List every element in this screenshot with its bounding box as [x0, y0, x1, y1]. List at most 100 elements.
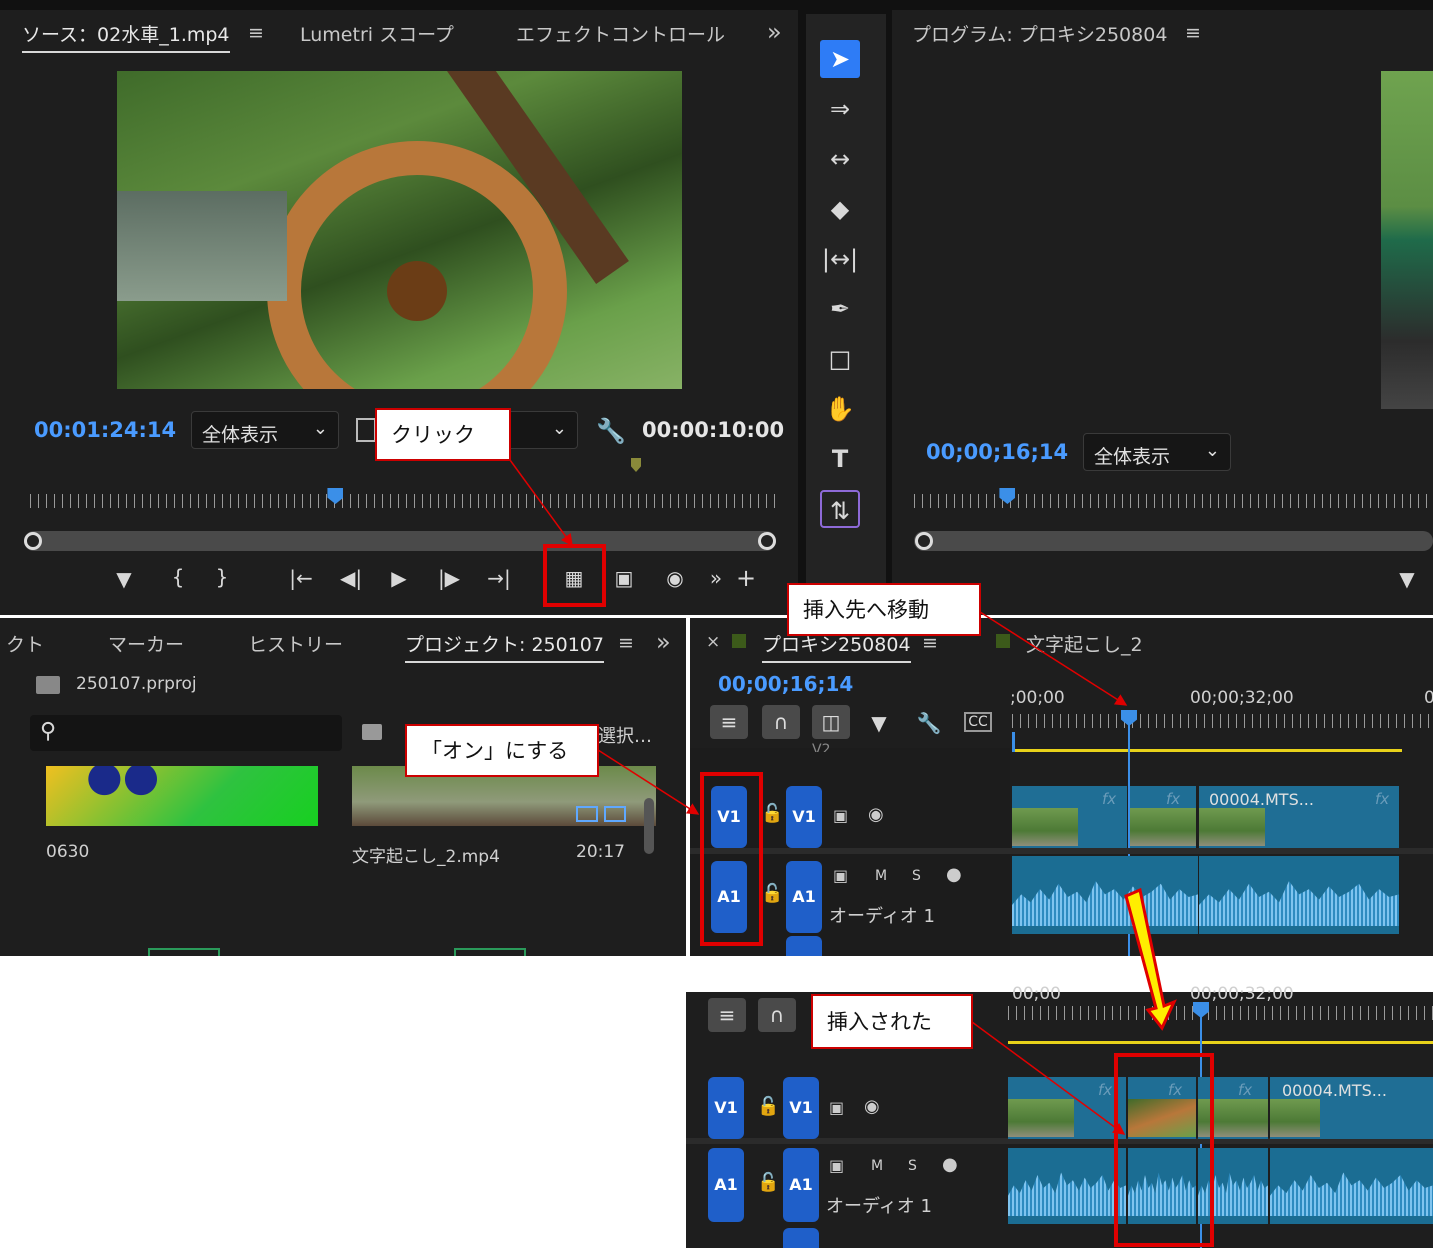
after-source-v1[interactable]: V1 [708, 1077, 744, 1139]
audio-clip[interactable] [1270, 1148, 1433, 1224]
source-time-ruler[interactable] [30, 494, 775, 508]
track-select-tool-icon[interactable]: ⇒ [820, 90, 860, 128]
lock-icon[interactable]: 🔓 [757, 1096, 779, 1117]
program-add-marker-icon[interactable]: ▼ [1392, 567, 1422, 591]
tab-effect-controls[interactable]: エフェクトコントロール [516, 20, 725, 47]
lock-icon[interactable]: 🔓 [757, 1172, 779, 1193]
source-timecode[interactable]: 00:01:24:14 [34, 418, 176, 442]
audio-clip[interactable] [1199, 856, 1399, 934]
sync-lock-icon[interactable]: ▣ [833, 806, 848, 825]
nest-icon[interactable]: ≡ [710, 705, 748, 739]
tab-project[interactable]: プロジェクト: 250107 [405, 630, 604, 663]
after-time-ruler[interactable] [1008, 1006, 1433, 1020]
program-scroll-start-handle[interactable] [915, 532, 933, 550]
audio-clip[interactable] [1008, 1148, 1126, 1224]
step-forward-icon[interactable]: |▶ [434, 566, 464, 590]
video-clip[interactable]: fx [1012, 786, 1127, 848]
type-tool-icon[interactable]: T [820, 440, 860, 478]
rectangle-tool-icon[interactable]: □ [820, 340, 860, 378]
solo-button[interactable]: S [908, 1158, 917, 1174]
program-menu-icon[interactable]: ≡ [1185, 22, 1201, 44]
timeline-time-ruler[interactable] [1012, 714, 1433, 728]
sync-lock-icon[interactable]: ▣ [829, 1156, 844, 1175]
caption-tool-icon[interactable]: ⇅ [820, 490, 860, 528]
captions-icon[interactable]: CC [964, 712, 992, 732]
source-zoom-select[interactable]: 全体表示 ⌄ [191, 411, 339, 449]
project-menu-icon[interactable]: ≡ [618, 632, 634, 654]
snap-icon[interactable]: ∩ [758, 998, 796, 1032]
overflow-icon[interactable]: » [767, 18, 782, 46]
eye-icon[interactable]: ◉ [864, 1096, 880, 1117]
program-time-ruler[interactable] [914, 494, 1433, 508]
hand-tool-icon[interactable]: ✋ [820, 390, 860, 428]
timeline-marker-icon[interactable]: ▼ [864, 711, 894, 735]
tab-sequence-moji[interactable]: 文字起こし_2 [1026, 630, 1143, 657]
program-zoom-scrollbar[interactable] [914, 531, 1433, 551]
razor-tool-icon[interactable]: ◆ [820, 190, 860, 228]
add-button-icon[interactable]: + [731, 564, 761, 592]
audio-clip[interactable] [1012, 856, 1198, 934]
source-scroll-end-handle[interactable] [758, 532, 776, 550]
timeline-close-icon[interactable]: × [706, 632, 720, 652]
project-overflow-icon[interactable]: » [656, 628, 671, 656]
tab-lumetri-scope[interactable]: Lumetri スコープ [300, 20, 454, 47]
tab-markers[interactable]: マーカー [108, 630, 184, 657]
target-a1-track[interactable]: A1 [786, 861, 822, 933]
play-icon[interactable]: ▶ [384, 566, 414, 590]
video-clip[interactable]: 00004.MTS... [1270, 1077, 1433, 1139]
timeline-wrench-icon[interactable]: 🔧 [914, 711, 944, 735]
linked-selection-icon[interactable]: ◫ [812, 705, 850, 739]
snap-icon[interactable]: ∩ [762, 705, 800, 739]
slip-tool-icon[interactable]: |↔| [820, 240, 860, 278]
eye-icon[interactable]: ◉ [868, 804, 884, 825]
video-clip[interactable]: fx [1130, 786, 1196, 848]
project-search-input[interactable]: ⚲ [30, 715, 342, 751]
camera-icon[interactable]: ◉ [660, 566, 690, 590]
source-zoom-scrollbar[interactable] [24, 531, 776, 551]
sync-lock-icon[interactable]: ▣ [833, 866, 848, 885]
wrench-icon[interactable]: 🔧 [596, 417, 626, 445]
program-title[interactable]: プログラム: プロキシ250804 [912, 20, 1167, 47]
more-controls-icon[interactable]: » [701, 566, 731, 590]
mark-in-icon[interactable]: { [163, 565, 193, 589]
add-marker-icon[interactable]: ▼ [109, 567, 139, 591]
tab-source[interactable]: ソース：02水車_1.mp4 [22, 20, 230, 53]
source-resolution-select[interactable]: ⌄ [505, 411, 578, 449]
nest-icon[interactable]: ≡ [708, 998, 746, 1032]
film-icon[interactable] [356, 418, 376, 442]
pen-tool-icon[interactable]: ✒ [820, 290, 860, 328]
ripple-edit-tool-icon[interactable]: ↔ [820, 140, 860, 178]
step-back-icon[interactable]: ◀| [336, 566, 366, 590]
target-v1-track[interactable]: V1 [786, 786, 822, 848]
solo-button[interactable]: S [912, 868, 921, 884]
mute-button[interactable]: M [871, 1158, 883, 1174]
find-bin-icon[interactable] [362, 724, 382, 740]
lock-icon[interactable]: 🔓 [761, 803, 783, 824]
video-clip[interactable]: fx [1008, 1077, 1126, 1139]
select-label[interactable]: 選択… [598, 722, 652, 748]
after-source-a1[interactable]: A1 [708, 1148, 744, 1222]
selection-tool-icon[interactable]: ➤ [820, 40, 860, 78]
mic-icon[interactable]: ● [946, 864, 962, 885]
program-timecode[interactable]: 00;00;16;14 [926, 440, 1068, 464]
after-target-a1[interactable]: A1 [783, 1148, 819, 1222]
go-to-in-icon[interactable]: |← [286, 566, 316, 590]
project-scrollbar[interactable] [644, 798, 654, 854]
after-work-area-bar[interactable] [1008, 1041, 1433, 1044]
sync-lock-icon[interactable]: ▣ [829, 1098, 844, 1117]
overwrite-icon[interactable]: ▣ [609, 566, 639, 590]
mute-button[interactable]: M [875, 868, 887, 884]
source-menu-icon[interactable]: ≡ [248, 22, 264, 44]
work-area-bar[interactable] [1012, 749, 1402, 752]
lock-icon[interactable]: 🔓 [761, 883, 783, 904]
source-scroll-start-handle[interactable] [24, 532, 42, 550]
mic-icon[interactable]: ● [942, 1154, 958, 1175]
timeline-timecode[interactable]: 00;00;16;14 [718, 672, 853, 696]
tab-partial[interactable]: クト [6, 630, 44, 657]
after-target-v1[interactable]: V1 [783, 1077, 819, 1139]
go-to-out-icon[interactable]: →| [484, 566, 514, 590]
tab-history[interactable]: ヒストリー [248, 630, 343, 657]
program-zoom-select[interactable]: 全体表示 ⌄ [1083, 433, 1231, 471]
video-clip[interactable]: 00004.MTS... fx [1199, 786, 1399, 848]
thumb-0630[interactable]: ●● [46, 766, 318, 826]
